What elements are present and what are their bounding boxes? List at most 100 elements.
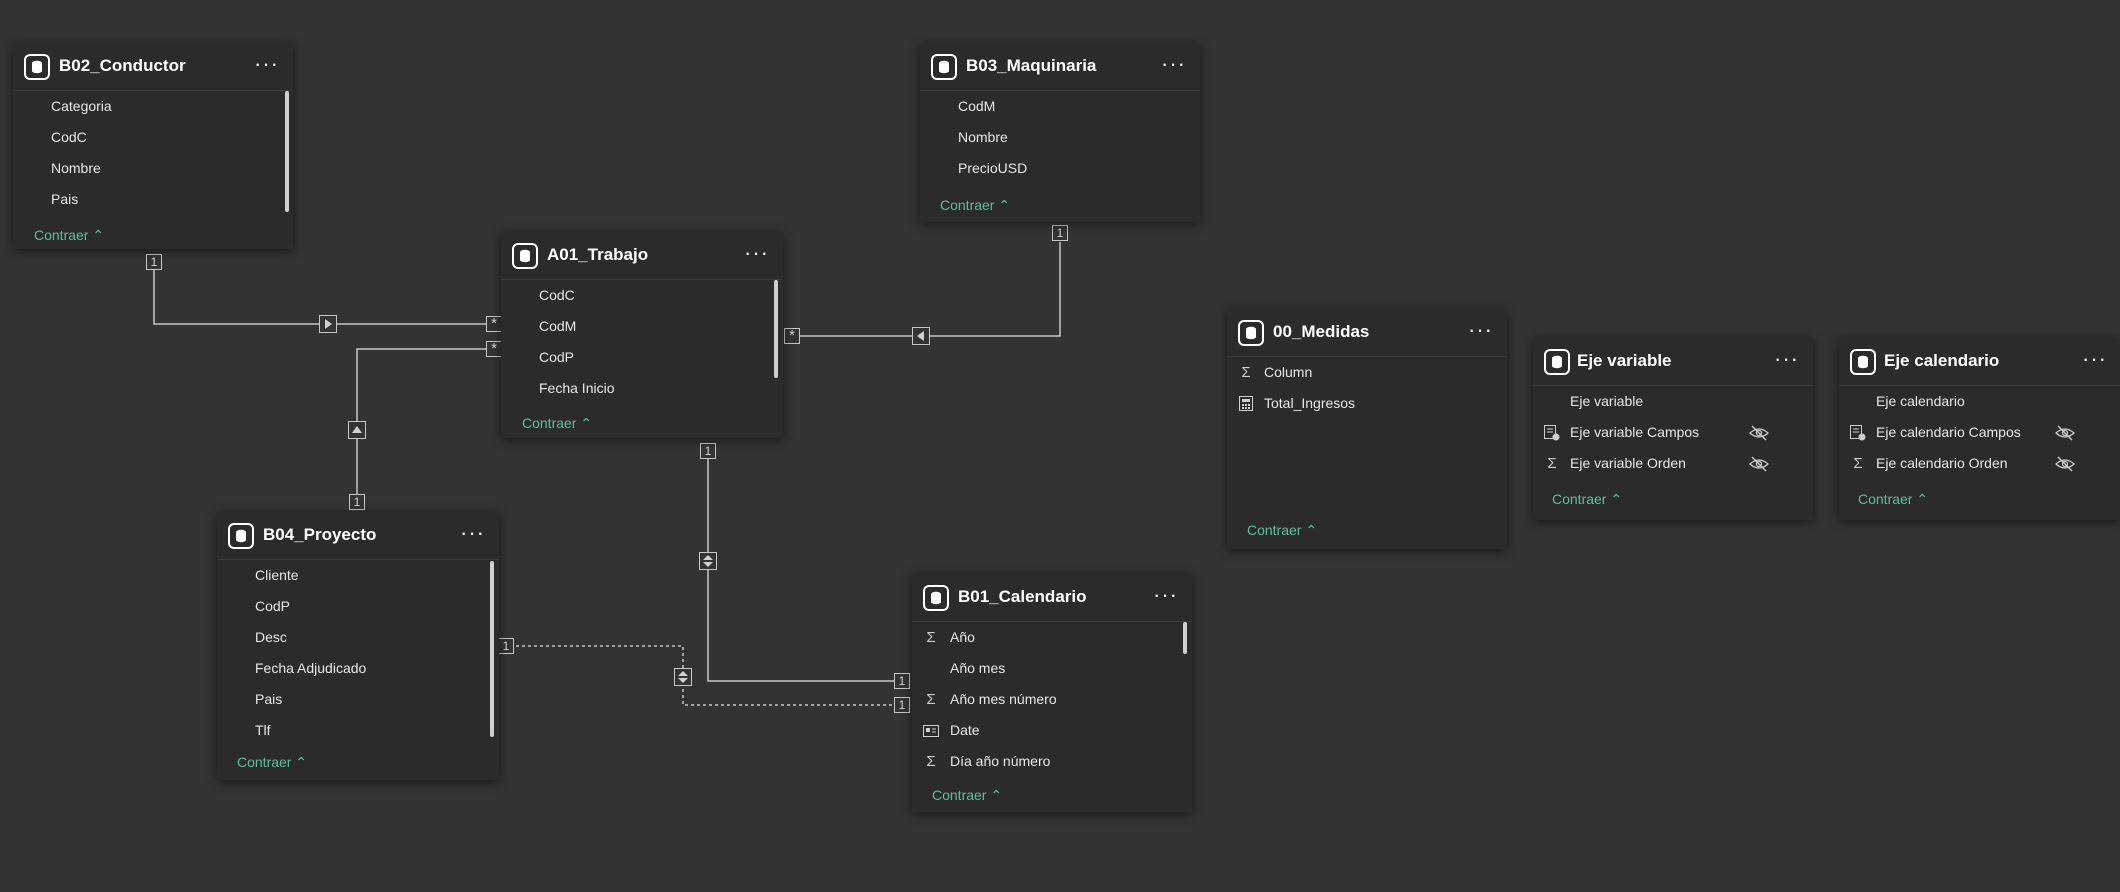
parameter-field-icon bbox=[1543, 417, 1561, 452]
relation-b04-b01-inactive[interactable] bbox=[504, 645, 902, 706]
field-item[interactable]: Nombre bbox=[920, 122, 1200, 153]
scrollbar[interactable] bbox=[490, 561, 494, 737]
database-icon bbox=[1544, 349, 1570, 375]
field-item[interactable]: Pais bbox=[13, 184, 293, 215]
table-header[interactable]: A01_Trabajo ··· bbox=[501, 232, 783, 280]
collapse-button[interactable]: Contraer ⌃ bbox=[34, 227, 104, 244]
scrollbar[interactable] bbox=[285, 91, 289, 212]
table-header[interactable]: Eje variable ··· bbox=[1533, 338, 1813, 386]
table-header[interactable]: B03_Maquinaria ··· bbox=[920, 43, 1200, 91]
filter-direction-left-icon[interactable] bbox=[912, 327, 930, 345]
database-icon bbox=[512, 243, 538, 269]
field-item[interactable]: Σ Eje calendario Orden bbox=[1839, 448, 2120, 479]
table-header[interactable]: B02_Conductor ··· bbox=[13, 43, 293, 91]
sigma-icon: Σ bbox=[926, 629, 936, 646]
field-item[interactable]: Eje calendario Campos bbox=[1839, 417, 2120, 448]
field-item[interactable]: CodC bbox=[13, 122, 293, 153]
field-item[interactable]: Total_Ingresos bbox=[1227, 388, 1507, 419]
field-item[interactable]: Cliente bbox=[217, 560, 499, 591]
field-item[interactable]: Tlf bbox=[217, 715, 499, 746]
field-list: Eje calendario Eje calendario Campos Σ Ej… bbox=[1839, 386, 2120, 479]
field-name: Column bbox=[1264, 364, 1313, 380]
relation-a01-b03[interactable] bbox=[792, 242, 1061, 337]
more-options-icon[interactable]: ··· bbox=[744, 240, 769, 266]
field-item[interactable]: Σ Día año número bbox=[912, 746, 1192, 777]
collapse-button[interactable]: Contraer ⌃ bbox=[1552, 491, 1622, 508]
field-item[interactable]: CodM bbox=[920, 91, 1200, 122]
table-card-00-medidas[interactable]: 00_Medidas ··· Σ Column Total_Ingresos Co… bbox=[1227, 309, 1507, 549]
field-list: Σ Column Total_Ingresos bbox=[1227, 357, 1507, 419]
field-item[interactable]: Categoria bbox=[13, 91, 293, 122]
field-item[interactable]: Fecha Adjudicado bbox=[217, 653, 499, 684]
collapse-button[interactable]: Contraer ⌃ bbox=[237, 754, 307, 771]
field-name: Eje calendario Campos bbox=[1876, 424, 2021, 440]
field-item[interactable]: Σ Año bbox=[912, 622, 1192, 653]
database-icon bbox=[228, 523, 254, 549]
collapse-button[interactable]: Contraer ⌃ bbox=[932, 787, 1002, 804]
field-name: CodC bbox=[51, 129, 87, 145]
field-item[interactable]: Σ Eje variable Orden bbox=[1533, 448, 1813, 479]
field-item[interactable]: Eje variable bbox=[1533, 386, 1813, 417]
more-options-icon[interactable]: ··· bbox=[1161, 51, 1186, 77]
chevron-up-icon: ⌃ bbox=[1916, 491, 1929, 507]
field-list: Eje variable Eje variable Campos Σ Eje va… bbox=[1533, 386, 1813, 479]
table-card-b03-maquinaria[interactable]: B03_Maquinaria ··· CodM Nombre PrecioUSD… bbox=[920, 43, 1200, 222]
field-item[interactable]: Eje variable Campos bbox=[1533, 417, 1813, 448]
hidden-eye-icon[interactable] bbox=[1748, 425, 1770, 441]
collapse-button[interactable]: Contraer ⌃ bbox=[522, 415, 592, 432]
field-item[interactable]: Date bbox=[912, 715, 1192, 746]
scrollbar[interactable] bbox=[1183, 622, 1187, 654]
table-header[interactable]: 00_Medidas ··· bbox=[1227, 309, 1507, 357]
more-options-icon[interactable]: ··· bbox=[460, 520, 485, 546]
field-item[interactable]: CodM bbox=[501, 311, 783, 342]
relation-a01-b01[interactable] bbox=[707, 459, 902, 682]
table-header[interactable]: Eje calendario ··· bbox=[1839, 338, 2120, 386]
field-item[interactable]: CodC bbox=[501, 280, 783, 311]
filter-direction-right-icon[interactable] bbox=[319, 315, 337, 333]
table-card-a01-trabajo[interactable]: A01_Trabajo ··· CodC CodM CodP Fecha Ini… bbox=[501, 232, 783, 438]
collapse-button[interactable]: Contraer ⌃ bbox=[940, 197, 1010, 214]
cardinality-one-marker: 1 bbox=[498, 638, 514, 654]
more-options-icon[interactable]: ··· bbox=[1468, 317, 1493, 343]
field-item[interactable]: PrecioUSD bbox=[920, 153, 1200, 184]
filter-direction-up-icon[interactable] bbox=[348, 421, 366, 439]
table-card-eje-variable[interactable]: Eje variable ··· Eje variable Eje variab… bbox=[1533, 338, 1813, 520]
more-options-icon[interactable]: ··· bbox=[2082, 346, 2107, 372]
calendar-field-icon bbox=[922, 715, 940, 748]
table-card-eje-calendario[interactable]: Eje calendario ··· Eje calendario Eje ca… bbox=[1839, 338, 2120, 520]
field-item[interactable]: Nombre bbox=[13, 153, 293, 184]
field-item[interactable]: Pais bbox=[217, 684, 499, 715]
field-list: CodM Nombre PrecioUSD bbox=[920, 91, 1200, 184]
more-options-icon[interactable]: ··· bbox=[1153, 582, 1178, 608]
table-card-b04-proyecto[interactable]: B04_Proyecto ··· Cliente CodP Desc Fecha… bbox=[217, 512, 499, 780]
hidden-eye-icon[interactable] bbox=[2054, 456, 2076, 472]
table-card-b02-conductor[interactable]: B02_Conductor ··· Categoria CodC Nombre … bbox=[13, 43, 293, 249]
field-item[interactable]: Σ Año mes número bbox=[912, 684, 1192, 715]
field-item[interactable]: CodP bbox=[501, 342, 783, 373]
relation-b04-a01[interactable] bbox=[356, 348, 494, 501]
field-name: Desc bbox=[255, 629, 287, 645]
field-list: Cliente CodP Desc Fecha Adjudicado Pais … bbox=[217, 560, 499, 746]
field-name: CodC bbox=[539, 287, 575, 303]
more-options-icon[interactable]: ··· bbox=[254, 51, 279, 77]
field-item[interactable]: CodP bbox=[217, 591, 499, 622]
field-item[interactable]: Fecha Inicio bbox=[501, 373, 783, 404]
database-icon bbox=[923, 585, 949, 611]
hidden-eye-icon[interactable] bbox=[2054, 425, 2076, 441]
field-item[interactable]: Desc bbox=[217, 622, 499, 653]
table-header[interactable]: B01_Calendario ··· bbox=[912, 574, 1192, 622]
field-item[interactable]: Año mes bbox=[912, 653, 1192, 684]
field-item[interactable]: Eje calendario bbox=[1839, 386, 2120, 417]
table-header[interactable]: B04_Proyecto ··· bbox=[217, 512, 499, 560]
scrollbar[interactable] bbox=[774, 280, 778, 378]
field-name: Eje calendario Orden bbox=[1876, 455, 2008, 471]
filter-direction-both-icon[interactable] bbox=[674, 668, 692, 686]
field-name: Nombre bbox=[51, 160, 101, 176]
collapse-button[interactable]: Contraer ⌃ bbox=[1858, 491, 1928, 508]
more-options-icon[interactable]: ··· bbox=[1774, 346, 1799, 372]
field-item[interactable]: Σ Column bbox=[1227, 357, 1507, 388]
hidden-eye-icon[interactable] bbox=[1748, 456, 1770, 472]
filter-direction-both-icon[interactable] bbox=[699, 552, 717, 570]
collapse-button[interactable]: Contraer ⌃ bbox=[1247, 522, 1317, 539]
table-card-b01-calendario[interactable]: B01_Calendario ··· Σ Año Año mes Σ Año mes… bbox=[912, 574, 1192, 812]
